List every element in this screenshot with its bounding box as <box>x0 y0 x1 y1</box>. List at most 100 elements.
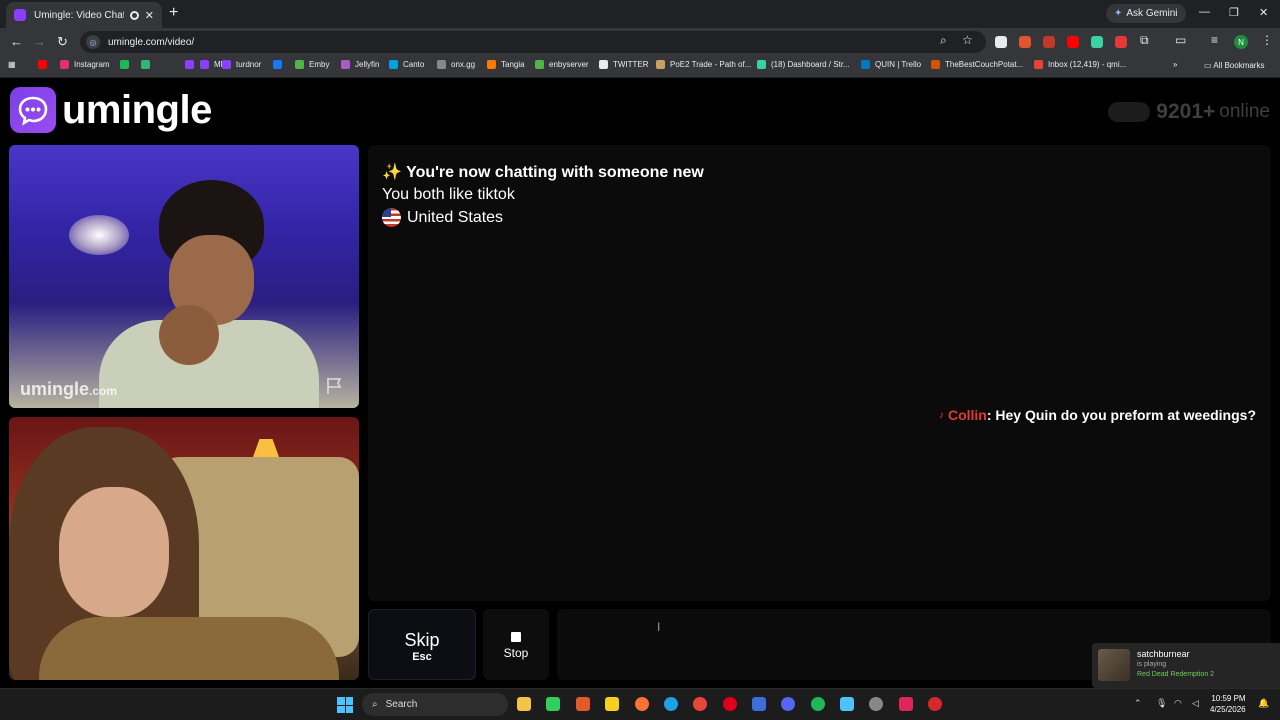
site-info-icon[interactable]: ◎ <box>86 35 100 49</box>
bookmark-favicon-icon <box>757 60 766 69</box>
umingle-watermark: umingle.com <box>20 379 117 400</box>
bookmark-favicon-icon <box>341 60 350 69</box>
spotify-icon[interactable] <box>811 697 825 711</box>
bookmark-item[interactable]: Jellyfin <box>341 60 379 69</box>
apps-grid-icon[interactable]: ▦ <box>8 60 16 69</box>
report-flag-icon[interactable] <box>325 377 345 395</box>
bookmark-favicon-icon <box>931 60 940 69</box>
extensions-puzzle-icon[interactable]: ⧉ <box>1140 33 1149 48</box>
notifications-bell-icon[interactable]: 🔔 <box>1258 698 1269 709</box>
bookmark-item[interactable]: Canto <box>389 60 424 69</box>
more-menu-icon[interactable]: ⋮ <box>1261 33 1273 47</box>
extension-youtube-icon[interactable] <box>1067 36 1079 48</box>
taskbar-app-icon[interactable] <box>546 697 560 711</box>
extension-icon[interactable] <box>1019 36 1031 48</box>
back-arrow-icon[interactable]: ← <box>10 34 23 49</box>
notification-user: satchburnear <box>1137 649 1190 659</box>
search-icon: ⌕ <box>372 699 378 710</box>
windows-start-icon[interactable] <box>337 697 353 713</box>
bookmark-item[interactable]: PoE2 Trade - Path of... <box>656 60 751 69</box>
stop-button[interactable]: Stop <box>483 609 549 680</box>
online-plus: + <box>1203 100 1216 123</box>
bookmark-favicon-icon <box>656 60 665 69</box>
bookmark-item[interactable]: Emby <box>295 60 329 69</box>
tray-overflow-chevron-icon[interactable]: ⌃ <box>1134 698 1142 709</box>
taskbar-app-icon[interactable] <box>605 697 619 711</box>
file-explorer-icon[interactable] <box>517 697 531 711</box>
reload-icon[interactable]: ↻ <box>57 34 68 50</box>
bookmark-item[interactable]: TheBestCouchPotat... <box>931 60 1023 69</box>
bookmark-item[interactable]: Tangia <box>487 60 525 69</box>
bookmark-star-icon[interactable]: ☆ <box>962 33 973 47</box>
minimize-button[interactable]: — <box>1199 6 1210 18</box>
bookmark-item[interactable] <box>120 60 134 69</box>
bookmark-label: QUIN | Trello <box>875 60 922 69</box>
volume-icon[interactable]: ◁ <box>1192 698 1199 709</box>
close-window-button[interactable]: ✕ <box>1259 6 1268 19</box>
tab-close-icon[interactable]: ✕ <box>145 9 154 22</box>
bookmark-item[interactable]: TWITTER <box>599 60 649 69</box>
all-bookmarks-button[interactable]: ▭ All Bookmarks <box>1204 61 1264 70</box>
bookmark-item[interactable]: Instagram <box>60 60 110 69</box>
taskbar-search[interactable]: ⌕ Search <box>362 693 508 716</box>
umingle-logo[interactable]: umingle <box>10 87 212 133</box>
chat-status-text: You're now chatting with someone new <box>406 164 704 181</box>
discord-icon[interactable] <box>781 697 795 711</box>
browser-toolbar: ← → ↻ ◎ umingle.com/video/ ⌕ ☆ ⧉ ▭ ≡ N ⋮ <box>0 28 1280 56</box>
taskbar-app-icon[interactable] <box>752 697 766 711</box>
tab-umingle[interactable]: Umingle: Video Chat with S ✕ <box>6 2 162 28</box>
extension-k-icon[interactable] <box>995 36 1007 48</box>
media-controls-icon[interactable]: ≡ <box>1211 33 1218 47</box>
video-lamp <box>253 439 279 457</box>
firefox-icon[interactable] <box>635 697 649 711</box>
bookmark-label: Inbox (12,419) - qmi... <box>1048 60 1127 69</box>
message-text: : Hey Quin do you preform at weedings? <box>986 407 1256 423</box>
taskbar-app-icon[interactable] <box>576 697 590 711</box>
new-tab-button[interactable]: + <box>169 4 178 22</box>
common-interest: You both like tiktok <box>382 186 515 203</box>
extension-icon[interactable] <box>1043 36 1055 48</box>
profile-avatar[interactable]: N <box>1234 35 1248 49</box>
text-cursor-icon: I <box>657 620 661 634</box>
ask-gemini-button[interactable]: ✦ Ask Gemini <box>1106 4 1186 23</box>
system-clock[interactable]: 10:59 PM 4/25/2026 <box>1210 693 1246 715</box>
clock-date: 4/25/2026 <box>1210 705 1246 714</box>
taskbar-app-icon[interactable] <box>869 697 883 711</box>
bookmark-item[interactable] <box>185 60 199 69</box>
bookmark-label: Jellyfin <box>355 60 380 69</box>
microphone-icon[interactable]: 🎙 <box>1156 698 1167 709</box>
chrome-icon[interactable] <box>693 697 707 711</box>
bookmark-item[interactable]: turdnor <box>222 60 261 69</box>
skip-button[interactable]: Skip Esc <box>368 609 476 680</box>
notepad-icon[interactable] <box>840 697 854 711</box>
bookmark-item[interactable]: QUIN | Trello <box>861 60 921 69</box>
bookmark-favicon-icon <box>1034 60 1043 69</box>
side-panel-icon[interactable]: ▭ <box>1175 33 1186 47</box>
bookmark-item[interactable] <box>38 60 52 69</box>
extension-icon[interactable] <box>1091 36 1103 48</box>
taskbar-app-icon[interactable] <box>928 697 942 711</box>
wifi-icon[interactable]: ◠ <box>1174 698 1182 709</box>
tiktok-icon[interactable] <box>899 697 913 711</box>
extension-icon[interactable] <box>1115 36 1127 48</box>
bookmark-item[interactable]: Inbox (12,419) - qmi... <box>1034 60 1126 69</box>
zoom-icon[interactable]: ⌕ <box>940 33 947 48</box>
toggle-switch[interactable] <box>1108 102 1151 122</box>
address-bar[interactable]: ◎ umingle.com/video/ <box>80 31 986 53</box>
more-bookmarks-chevron-icon[interactable]: » <box>1173 60 1177 69</box>
edge-icon[interactable] <box>664 697 678 711</box>
taskbar-search-label: Search <box>385 699 418 710</box>
bookmark-item[interactable] <box>141 60 155 69</box>
bookmark-favicon-icon <box>535 60 544 69</box>
bookmark-item[interactable]: onx.gg <box>437 60 475 69</box>
online-count: 9201 <box>1156 100 1204 123</box>
bookmark-item[interactable]: enbyserver <box>535 60 589 69</box>
activity-notification[interactable]: satchburnear is playing Red Dead Redempt… <box>1092 643 1280 688</box>
bookmark-label: Instagram <box>74 60 110 69</box>
bookmark-item[interactable] <box>273 60 287 69</box>
maximize-button[interactable]: ❐ <box>1229 6 1239 19</box>
tiktok-note-icon: ♪ <box>938 409 944 421</box>
opera-icon[interactable] <box>723 697 737 711</box>
forward-arrow-icon[interactable]: → <box>33 34 46 49</box>
bookmark-item[interactable]: (18) Dashboard / Str... <box>757 60 850 69</box>
